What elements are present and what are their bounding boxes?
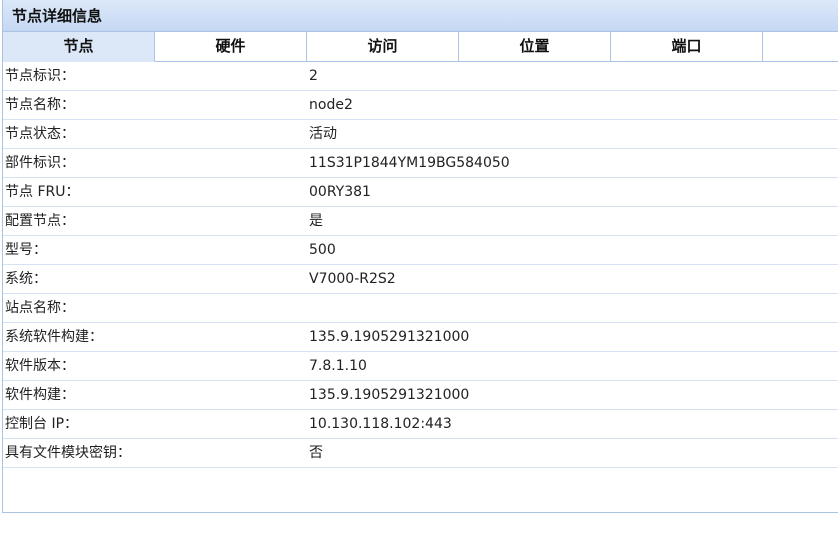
property-label: 具有文件模块密钥： xyxy=(5,445,131,461)
property-value: 7.8.1.10 xyxy=(309,358,367,374)
property-label: 软件构建： xyxy=(5,387,75,403)
property-label: 节点 FRU： xyxy=(5,184,80,200)
property-value: 500 xyxy=(309,242,336,258)
property-list: 节点标识： 2 节点名称： node2 节点状态： 活动 部件标识： 11S31… xyxy=(3,62,838,468)
tab-hardware[interactable]: 硬件 xyxy=(155,32,307,62)
property-label: 型号： xyxy=(5,242,47,258)
panel-title: 节点详细信息 xyxy=(3,0,838,32)
property-row-node-status: 节点状态： 活动 xyxy=(3,120,838,149)
property-label: 部件标识： xyxy=(5,155,75,171)
property-label: 节点名称： xyxy=(5,97,75,113)
property-row-config-node: 配置节点： 是 xyxy=(3,207,838,236)
tab-location[interactable]: 位置 xyxy=(459,32,611,62)
property-label: 节点标识： xyxy=(5,68,75,84)
tab-ports[interactable]: 端口 xyxy=(611,32,763,62)
property-value: node2 xyxy=(309,97,353,113)
property-row-system-software-build: 系统软件构建： 135.9.1905291321000 xyxy=(3,323,838,352)
property-value: 11S31P1844YM19BG584050 xyxy=(309,155,510,171)
property-row-file-module-key: 具有文件模块密钥： 否 xyxy=(3,439,838,468)
tab-bar-filler xyxy=(763,32,838,62)
property-row-node-name: 节点名称： node2 xyxy=(3,91,838,120)
property-value: 135.9.1905291321000 xyxy=(309,387,470,403)
property-row-console-ip: 控制台 IP： 10.130.118.102:443 xyxy=(3,410,838,439)
property-value: 135.9.1905291321000 xyxy=(309,329,470,345)
property-row-system: 系统： V7000-R2S2 xyxy=(3,265,838,294)
property-value: 活动 xyxy=(309,126,337,142)
property-row-node-id: 节点标识： 2 xyxy=(3,62,838,91)
property-row-software-build: 软件构建： 135.9.1905291321000 xyxy=(3,381,838,410)
property-value: 10.130.118.102:443 xyxy=(309,416,452,432)
property-row-part-id: 部件标识： 11S31P1844YM19BG584050 xyxy=(3,149,838,178)
property-value: 2 xyxy=(309,68,318,84)
tab-bar: 节点 硬件 访问 位置 端口 xyxy=(3,32,838,62)
tab-access[interactable]: 访问 xyxy=(307,32,459,62)
property-value: 是 xyxy=(309,213,323,229)
property-label: 系统： xyxy=(5,271,47,287)
property-label: 站点名称： xyxy=(5,300,75,316)
property-value: 00RY381 xyxy=(309,184,371,200)
property-label: 节点状态： xyxy=(5,126,75,142)
property-value: 否 xyxy=(309,445,323,461)
property-row-site-name: 站点名称： xyxy=(3,294,838,323)
property-row-node-fru: 节点 FRU： 00RY381 xyxy=(3,178,838,207)
property-label: 控制台 IP： xyxy=(5,416,79,432)
property-label: 配置节点： xyxy=(5,213,75,229)
property-row-model: 型号： 500 xyxy=(3,236,838,265)
tab-node[interactable]: 节点 xyxy=(3,32,155,62)
property-label: 软件版本： xyxy=(5,358,75,374)
property-value: V7000-R2S2 xyxy=(309,271,396,287)
property-label: 系统软件构建： xyxy=(5,329,103,345)
property-row-software-version: 软件版本： 7.8.1.10 xyxy=(3,352,838,381)
node-details-panel: 节点详细信息 节点 硬件 访问 位置 端口 节点标识： 2 节点名称： node… xyxy=(2,0,838,513)
